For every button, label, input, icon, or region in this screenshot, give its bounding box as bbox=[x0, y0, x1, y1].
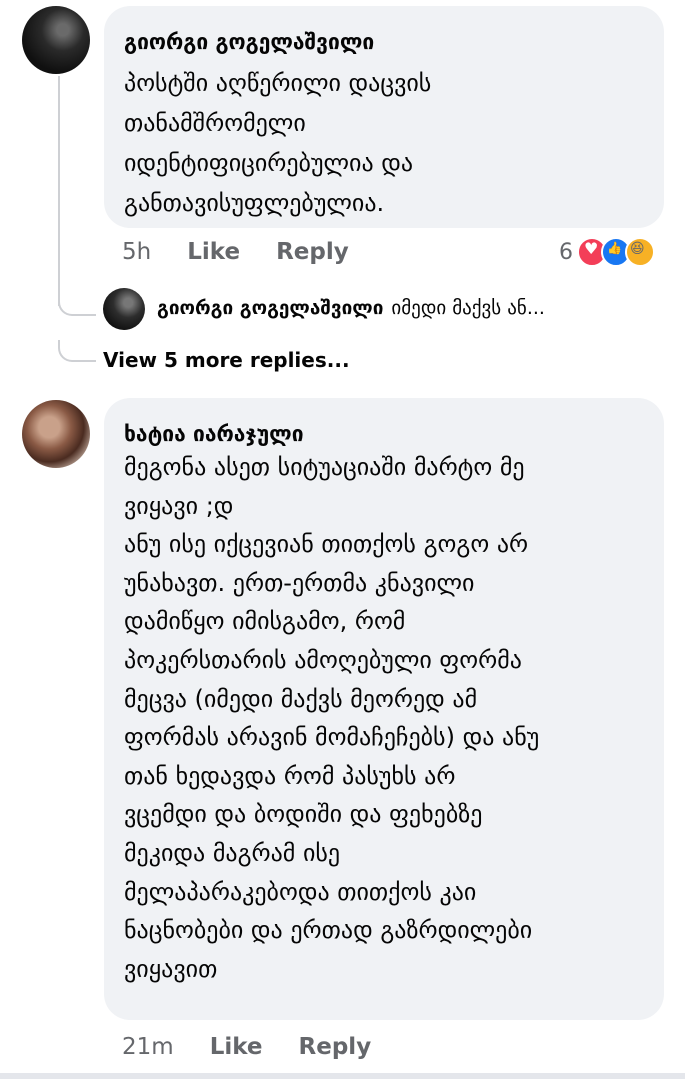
reaction-summary[interactable]: 6 bbox=[559, 237, 655, 267]
reply-author[interactable]: გიორგი გოგელაშვილი bbox=[157, 297, 383, 319]
comment-text: პოსტში აღწერილი დაცვის თანამშრომელი იდენ… bbox=[124, 69, 432, 217]
comment-actions: 5h Like Reply bbox=[122, 239, 377, 265]
comment-bubble: გიორგი გოგელაშვილი პოსტში აღწერილი დაცვი… bbox=[104, 6, 664, 228]
reply-text: იმედი მაქვს ან... bbox=[391, 297, 545, 319]
view-more-replies-link[interactable]: View 5 more replies... bbox=[103, 348, 350, 372]
reply-button[interactable]: Reply bbox=[276, 239, 349, 265]
comment-time[interactable]: 5h bbox=[122, 239, 151, 265]
reply-preview[interactable]: გიორგი გოგელაშვილი იმედი მაქვს ან... bbox=[157, 297, 545, 319]
thread-connector bbox=[58, 290, 96, 316]
like-button[interactable]: Like bbox=[210, 1034, 263, 1060]
reaction-count: 6 bbox=[559, 239, 573, 265]
reply-button[interactable]: Reply bbox=[299, 1034, 372, 1060]
avatar[interactable] bbox=[103, 288, 145, 330]
thread-connector bbox=[58, 340, 96, 362]
haha-icon bbox=[625, 237, 655, 267]
thread-line bbox=[58, 76, 60, 306]
divider bbox=[0, 1073, 685, 1079]
avatar[interactable] bbox=[22, 400, 90, 468]
avatar[interactable] bbox=[22, 6, 90, 74]
comment-author[interactable]: ხატია იარაჯული bbox=[124, 422, 304, 446]
comment-bubble: ხატია იარაჯული მეგონა ასეთ სიტუაციაში მა… bbox=[104, 398, 664, 1020]
comment-text: მეგონა ასეთ სიტუაციაში მარტო მე ვიყავი ;… bbox=[124, 453, 540, 983]
comment-actions: 21m Like Reply bbox=[122, 1034, 399, 1060]
like-button[interactable]: Like bbox=[187, 239, 240, 265]
comment-author[interactable]: გიორგი გოგელაშვილი bbox=[124, 30, 374, 54]
comment-time[interactable]: 21m bbox=[122, 1034, 174, 1060]
